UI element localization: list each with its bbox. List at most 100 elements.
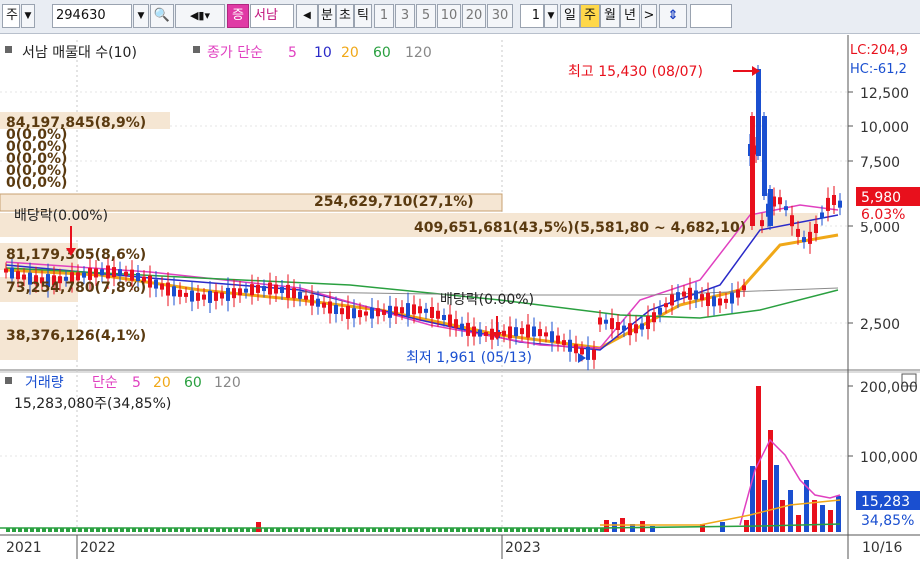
candle-body xyxy=(10,267,14,279)
next-button[interactable]: > xyxy=(641,4,657,28)
stock-chart: 서남 매물대 수(10) 종가 단순 5 10 20 60 120 LC:204… xyxy=(0,35,920,559)
candle-body xyxy=(244,288,248,293)
candle-body xyxy=(676,292,680,301)
volume-bar xyxy=(256,522,261,532)
candle-body xyxy=(550,331,554,343)
candle-body xyxy=(340,308,344,315)
candle-body xyxy=(154,279,158,289)
candle-body xyxy=(616,322,620,331)
candle-body xyxy=(418,306,422,314)
chart-area[interactable]: 서남 매물대 수(10) 종가 단순 5 10 20 60 120 LC:204… xyxy=(0,35,920,559)
num-30[interactable]: 30 xyxy=(487,4,513,28)
candle-body xyxy=(352,308,356,319)
x-axis-2022: 2022 xyxy=(80,540,116,556)
spike-body xyxy=(768,189,773,226)
candle-body xyxy=(262,286,266,292)
candle-body xyxy=(124,271,128,276)
period-year[interactable]: 년 xyxy=(620,4,640,28)
candle-body xyxy=(538,329,542,337)
candle-body xyxy=(760,220,764,227)
updown-icon[interactable]: ⇕ xyxy=(659,4,687,28)
vp-text-10: 38,376,126(4,1%) xyxy=(6,328,146,344)
code-dropdown-icon[interactable]: ▼ xyxy=(133,4,149,28)
search-icon[interactable]: 🔍 xyxy=(150,4,174,28)
num-20[interactable]: 20 xyxy=(462,4,486,28)
candle-body xyxy=(184,292,188,297)
candle-body xyxy=(544,332,548,337)
period-second[interactable]: 초 xyxy=(336,4,354,28)
market-dropdown-icon[interactable]: ▼ xyxy=(21,4,35,28)
candle-body xyxy=(94,268,98,278)
candle-body xyxy=(562,340,566,346)
candle-body xyxy=(682,291,686,297)
count-input[interactable]: 1 xyxy=(520,4,544,28)
x-axis-2021: 2021 xyxy=(6,540,42,556)
candle-body xyxy=(586,346,590,360)
candle-body xyxy=(556,335,560,344)
count-dropdown-icon[interactable]: ▼ xyxy=(544,4,558,28)
candle-body xyxy=(148,275,152,288)
speaker-icon[interactable]: ◀▮▾ xyxy=(175,4,225,28)
candle-body xyxy=(250,284,254,296)
period-tick[interactable]: 틱 xyxy=(354,4,372,28)
extra-input[interactable] xyxy=(690,4,732,28)
name-badge: 증 xyxy=(227,4,249,28)
candle-body xyxy=(688,287,692,300)
candle-body xyxy=(316,298,320,307)
legend-ma-square-icon xyxy=(193,46,200,53)
candle-body xyxy=(82,272,86,278)
period-week[interactable]: 주 xyxy=(580,4,600,28)
candle-body xyxy=(388,305,392,318)
volume-bar xyxy=(640,521,645,532)
candle-body xyxy=(724,298,728,303)
candle-body xyxy=(88,267,92,280)
candle-body xyxy=(778,197,782,205)
period-minute[interactable]: 분 xyxy=(318,4,336,28)
candle-body xyxy=(622,325,626,331)
legend-ma-label: 종가 단순 xyxy=(207,45,263,61)
candle-body xyxy=(592,349,596,360)
vol-legend-ma-label: 단순 xyxy=(92,375,118,391)
candle-body xyxy=(16,271,20,280)
num-10[interactable]: 10 xyxy=(437,4,461,28)
candle-body xyxy=(196,292,200,301)
candle-body xyxy=(220,292,224,299)
spike-body xyxy=(756,69,761,156)
vol-legend-ma60: 60 xyxy=(184,375,202,391)
candle-body xyxy=(670,294,674,306)
spike-body xyxy=(750,116,755,226)
legend-title: 서남 매물대 수(10) xyxy=(22,45,137,61)
candle-body xyxy=(298,291,302,299)
period-month[interactable]: 월 xyxy=(600,4,620,28)
num-1[interactable]: 1 xyxy=(374,4,394,28)
candle-body xyxy=(214,291,218,301)
legend-ma60: 60 xyxy=(373,45,391,61)
candle-body xyxy=(646,316,650,330)
candle-body xyxy=(364,311,368,316)
candle-body xyxy=(730,292,734,304)
market-select[interactable]: 주 xyxy=(2,4,20,28)
dividend-label-1: 배당락(0.00%) xyxy=(14,208,108,224)
period-day[interactable]: 일 xyxy=(560,4,580,28)
code-input[interactable]: 294630 xyxy=(52,4,132,28)
num-5[interactable]: 5 xyxy=(416,4,436,28)
candle-body xyxy=(238,288,242,296)
candle-body xyxy=(736,289,740,298)
num-3[interactable]: 3 xyxy=(395,4,415,28)
candle-body xyxy=(160,283,164,290)
lc-label: LC:204,9 xyxy=(850,43,908,58)
prev-arrow-icon[interactable]: ◀ xyxy=(296,4,318,28)
volume-bar xyxy=(612,522,617,532)
candle-body xyxy=(508,326,512,339)
candle-body xyxy=(334,305,338,315)
candle-body xyxy=(706,292,710,306)
candle-body xyxy=(400,307,404,314)
candle-body xyxy=(826,197,830,211)
candle-body xyxy=(532,326,536,337)
candle-body xyxy=(484,331,488,336)
candle-body xyxy=(664,303,668,308)
volume-bar xyxy=(768,430,773,532)
candle-body xyxy=(796,228,800,237)
vol-legend-title: 거래량 xyxy=(25,375,64,391)
candle-body xyxy=(304,295,308,300)
